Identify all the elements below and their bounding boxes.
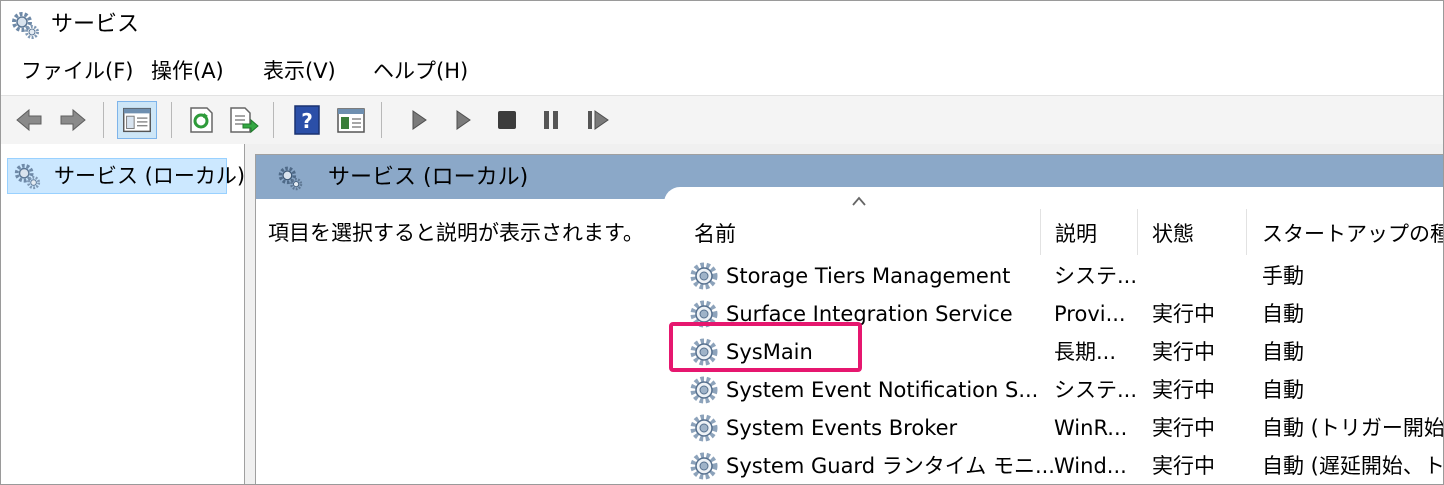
service-description: Wind... xyxy=(1054,454,1127,478)
service-status: 実行中 xyxy=(1152,416,1215,440)
toolbar-separator xyxy=(381,102,382,138)
menu-help[interactable]: ヘルプ(H) xyxy=(373,57,468,85)
service-name: System Event Notification S... xyxy=(726,378,1039,402)
toolbar-separator xyxy=(171,102,172,138)
sysmain-highlight-box xyxy=(669,322,862,372)
refresh-icon[interactable] xyxy=(185,104,217,136)
gear-icon xyxy=(278,166,303,191)
service-description: WinR... xyxy=(1054,416,1128,440)
column-header-status[interactable]: 状態 xyxy=(1138,213,1246,257)
menu-bar: ファイル(F) 操作(A) 表示(V) ヘルプ(H) xyxy=(1,47,1443,95)
services-pane: サービス (ローカル) 項目を選択すると説明が表示されます。 名前 説明 状態 … xyxy=(255,154,1444,484)
show-hide-console-tree-icon[interactable] xyxy=(117,101,157,139)
forward-icon[interactable] xyxy=(57,104,89,136)
toolbar-separator xyxy=(103,102,104,138)
service-startup-type: 手動 xyxy=(1262,264,1304,288)
menu-view[interactable]: 表示(V) xyxy=(263,57,336,85)
service-gear-icon xyxy=(690,376,718,404)
table-row[interactable]: System Event Notification S... システ... 実行中 自… xyxy=(676,371,1443,409)
table-row[interactable]: Storage Tiers Management システ... 手動 xyxy=(676,257,1443,295)
service-startup-type: 自動 (遅延開始、トリガー開始) xyxy=(1262,454,1444,478)
toolbar: ? xyxy=(1,95,1443,145)
resume-service-icon[interactable] xyxy=(581,104,613,136)
menu-action[interactable]: 操作(A) xyxy=(151,57,224,85)
services-window: サービス ファイル(F) 操作(A) 表示(V) ヘルプ(H) ? サービス (… xyxy=(0,0,1444,485)
start-service-icon[interactable] xyxy=(403,104,435,136)
service-description: 長期... xyxy=(1054,340,1117,364)
service-name: System Guard ランタイム モニ... xyxy=(726,454,1055,478)
pane-header-title: サービス (ローカル) xyxy=(328,165,529,190)
menu-file[interactable]: ファイル(F) xyxy=(21,57,133,85)
service-name: System Events Broker xyxy=(726,416,958,440)
service-status: 実行中 xyxy=(1152,454,1215,478)
sort-ascending-icon xyxy=(852,196,866,206)
svg-text:?: ? xyxy=(301,109,313,133)
service-startup-type: 自動 xyxy=(1262,378,1304,402)
service-startup-type: 自動 xyxy=(1262,340,1304,364)
title-bar: サービス xyxy=(1,1,1443,47)
service-status: 実行中 xyxy=(1152,378,1215,402)
console-tree: サービス (ローカル) xyxy=(1,144,245,484)
service-status: 実行中 xyxy=(1152,302,1215,326)
gear-icon xyxy=(12,12,39,39)
properties-icon[interactable] xyxy=(335,104,367,136)
stop-service-icon[interactable] xyxy=(491,104,523,136)
help-icon[interactable]: ? xyxy=(291,104,323,136)
toolbar-separator xyxy=(273,102,274,138)
service-startup-type: 自動 (トリガー開始) xyxy=(1262,416,1444,440)
service-status: 実行中 xyxy=(1152,340,1215,364)
service-gear-icon xyxy=(690,262,718,290)
main-area: サービス (ローカル) サービス (ローカル) 項目を選択すると説明が表示されま… xyxy=(1,144,1443,484)
column-header-name[interactable]: 名前 xyxy=(676,213,1041,257)
service-description: システ... xyxy=(1054,264,1138,288)
column-header-startup-type[interactable]: スタートアップの種類 xyxy=(1247,213,1443,257)
service-gear-icon xyxy=(690,452,718,480)
back-icon[interactable] xyxy=(13,104,45,136)
table-row[interactable]: System Guard ランタイム モニ... Wind... 実行中 自動 (遅延… xyxy=(676,447,1444,484)
service-name: Storage Tiers Management xyxy=(726,264,1011,288)
description-hint: 項目を選択すると説明が表示されます。 xyxy=(268,221,644,245)
service-description: Provi... xyxy=(1054,302,1126,326)
table-row[interactable]: System Events Broker WinR... 実行中 自動 (トリガー開始… xyxy=(676,409,1444,447)
window-title: サービス xyxy=(51,12,140,37)
pause-service-icon[interactable] xyxy=(535,104,567,136)
start-service-alt-icon[interactable] xyxy=(447,104,479,136)
export-list-icon[interactable] xyxy=(227,104,259,136)
pane-splitter[interactable] xyxy=(245,144,255,484)
tree-item-services-local[interactable]: サービス (ローカル) xyxy=(7,158,245,194)
tree-item-label: サービス (ローカル) xyxy=(54,164,246,188)
service-startup-type: 自動 xyxy=(1262,302,1304,326)
column-header-description[interactable]: 説明 xyxy=(1041,213,1137,257)
service-gear-icon xyxy=(690,414,718,442)
gear-icon xyxy=(14,163,41,190)
service-description: システ... xyxy=(1054,378,1138,402)
